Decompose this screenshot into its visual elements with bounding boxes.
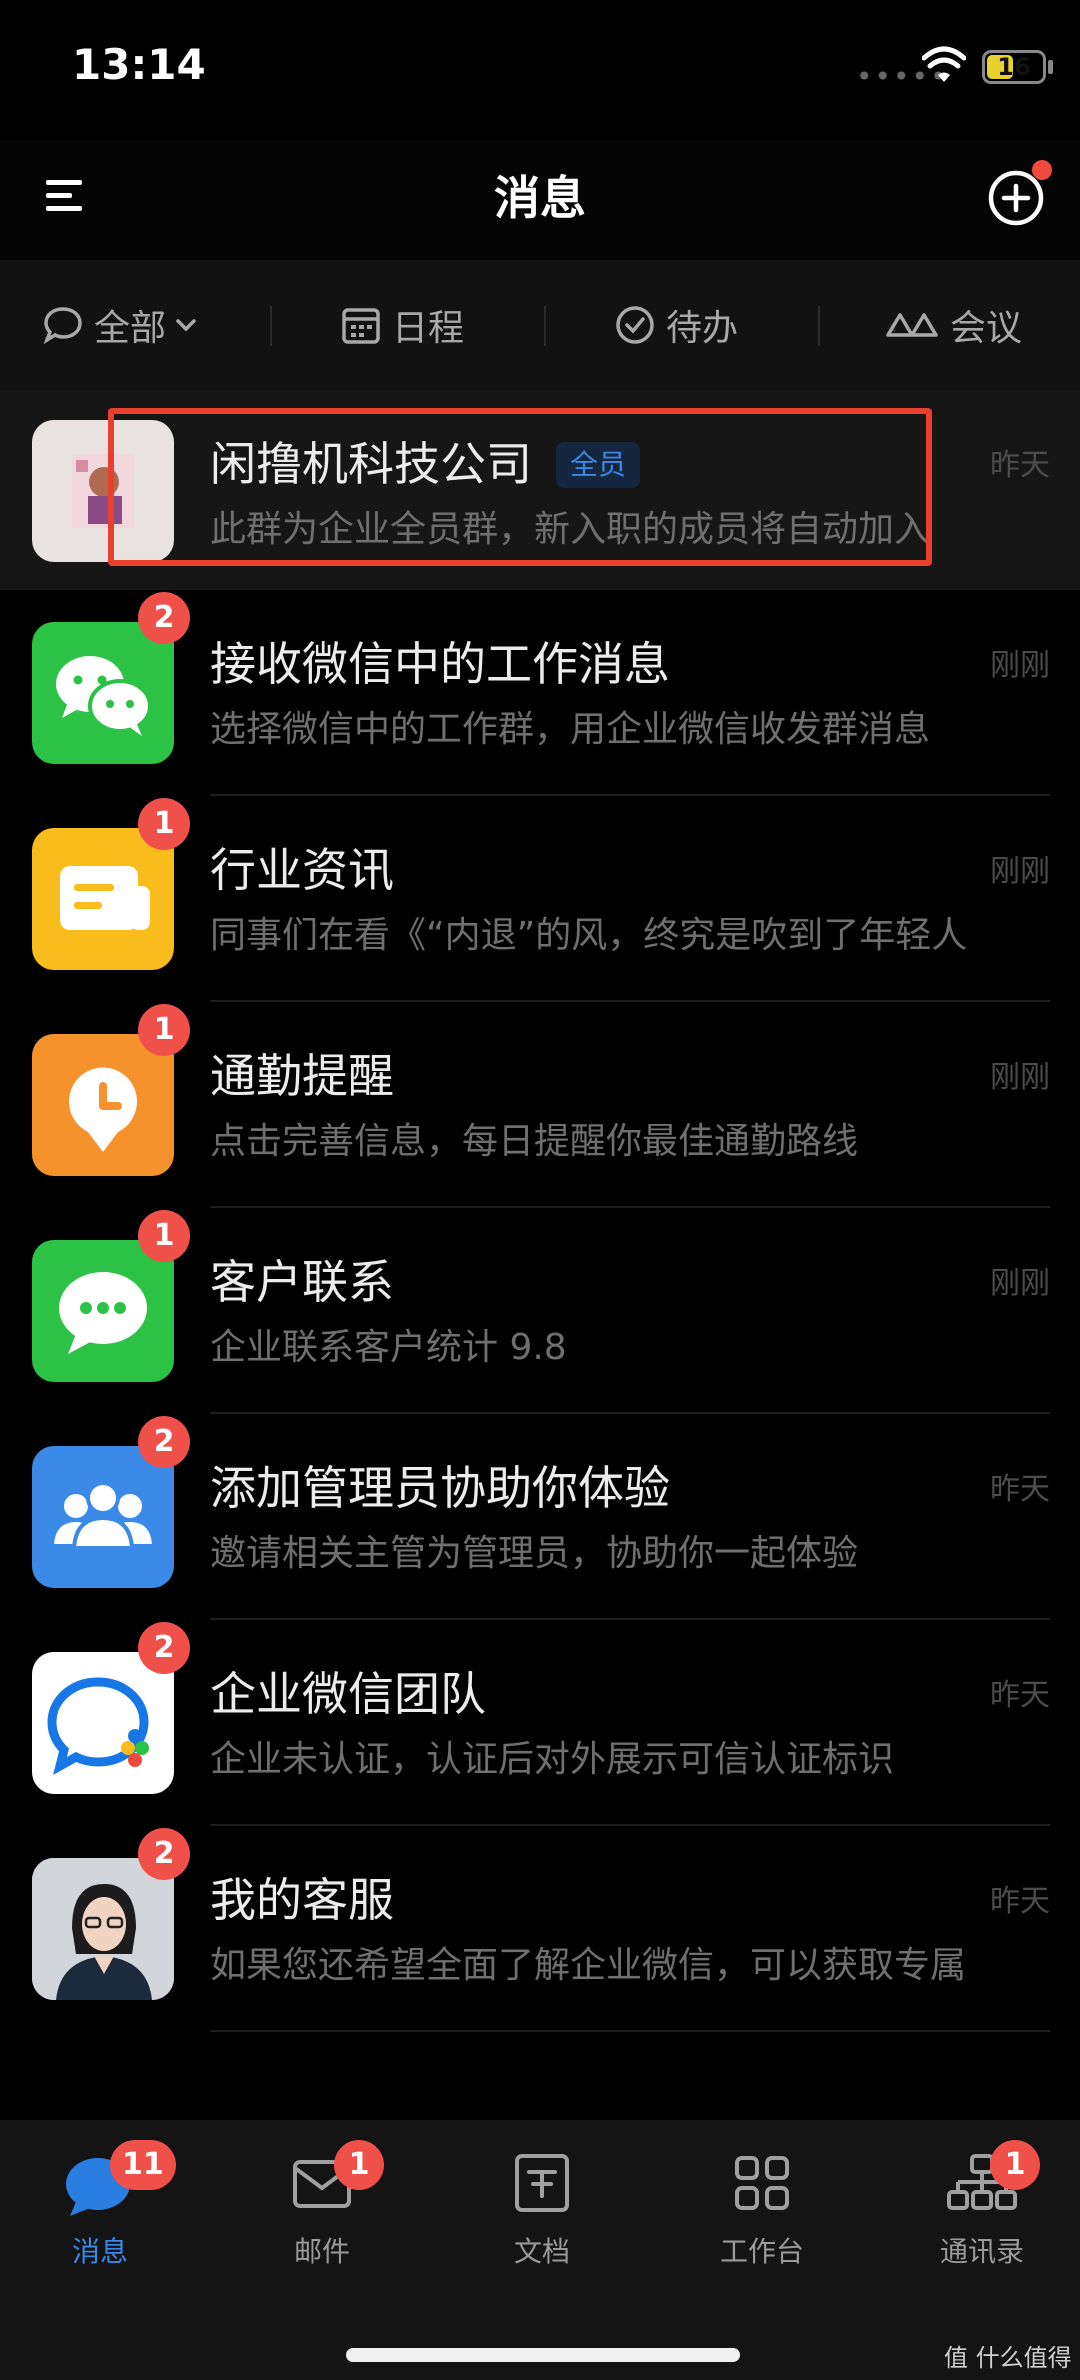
grid-icon (735, 2156, 789, 2210)
clock-pin-icon (69, 1067, 138, 1152)
tab-messages[interactable]: 消息 11 (10, 2140, 190, 2290)
tab-badge: 11 (110, 2140, 176, 2190)
service-avatar (32, 1858, 174, 2000)
chat-title: 我的客服 (210, 1873, 394, 1927)
chat-title: 客户联系 (210, 1255, 394, 1309)
chat-title: 接收微信中的工作消息 (210, 637, 670, 691)
page-title: 消息 (494, 171, 586, 225)
filter-schedule-label: 日程 (392, 308, 465, 349)
check-circle-icon (616, 306, 654, 344)
status-bar: 13:14 ••••• 16 (0, 0, 1080, 140)
wifi-icon (922, 46, 966, 82)
tab-workbench-label: 工作台 (719, 2235, 804, 2268)
chat-preview: 选择微信中的工作群，用企业微信收发群消息 (210, 709, 931, 750)
list-item-customer-service[interactable]: 2 我的客服 如果您还希望全面了解企业微信，可以获取专属 昨天 (0, 1826, 1080, 2032)
meeting-icon (886, 313, 938, 337)
chat-preview: 同事们在看《“内退”的风，终究是吹到了年轻人 (210, 915, 968, 956)
chat-bubble-icon (43, 307, 82, 345)
tab-mail[interactable]: 邮件 1 (232, 2140, 412, 2290)
highlight-annotation (108, 408, 932, 566)
tab-contacts[interactable]: 通讯录 1 (892, 2140, 1072, 2290)
filter-all-label: 全部 (94, 308, 167, 349)
chat-title: 企业微信团队 (210, 1667, 486, 1721)
tab-mail-label: 邮件 (293, 2235, 350, 2268)
filter-bar: 全部 日程 待办 会议 (0, 260, 1080, 390)
person-photo-icon (32, 1858, 174, 2000)
header: 消息 (0, 140, 1080, 260)
commute-avatar (32, 1034, 174, 1176)
notification-dot (1032, 160, 1052, 180)
filter-todo-label: 待办 (666, 308, 739, 349)
chat-time: 昨天 (990, 1472, 1050, 1507)
list-item-company-group[interactable]: 闲撸机科技公司 全员 此群为企业全员群，新入职的成员将自动加入 昨天 (0, 390, 1080, 590)
chevron-down-icon (176, 319, 196, 332)
filter-divider (270, 306, 272, 346)
document-icon (515, 2154, 569, 2212)
wechat-avatar (32, 622, 174, 764)
chat-time: 刚刚 (990, 854, 1050, 889)
tab-contacts-label: 通讯录 (939, 2235, 1024, 2268)
status-time: 13:14 (72, 40, 206, 89)
unread-badge: 2 (138, 1828, 190, 1880)
wechat-icon (56, 656, 152, 736)
filter-meeting-label: 会议 (950, 308, 1023, 349)
tab-badge: 1 (334, 2140, 384, 2190)
filter-divider (818, 306, 820, 346)
admin-avatar (32, 1446, 174, 1588)
chat-preview: 企业联系客户统计 9.8 (210, 1327, 567, 1368)
list-item-industry-news[interactable]: 1 行业资讯 同事们在看《“内退”的风，终究是吹到了年轻人 刚刚 (0, 796, 1080, 1002)
chat-preview: 邀请相关主管为管理员，协助你一起体验 (210, 1533, 859, 1574)
tab-documents-label: 文档 (513, 2235, 570, 2268)
battery-cap (1048, 60, 1053, 74)
chat-time: 刚刚 (990, 648, 1050, 683)
tab-badge: 1 (990, 2140, 1040, 2190)
unread-badge: 2 (138, 1622, 190, 1674)
chat-preview: 如果您还希望全面了解企业微信，可以获取专属 (210, 1945, 967, 1986)
filter-divider (544, 306, 546, 346)
filter-meeting[interactable]: 会议 (884, 260, 1022, 390)
wecom-avatar (32, 1652, 174, 1794)
watermark: 值 什么值得买 (944, 2344, 1072, 2380)
list-item-add-admin[interactable]: 2 添加管理员协助你体验 邀请相关主管为管理员，协助你一起体验 昨天 (0, 1414, 1080, 1620)
people-icon (54, 1481, 152, 1550)
unread-badge: 2 (138, 592, 190, 644)
chat-preview: 点击完善信息，每日提醒你最佳通勤路线 (210, 1121, 859, 1162)
row-divider (210, 2030, 1050, 2032)
unread-badge: 1 (138, 1004, 190, 1056)
list-item-customer-contact[interactable]: 1 客户联系 企业联系客户统计 9.8 刚刚 (0, 1208, 1080, 1414)
unread-badge: 1 (138, 798, 190, 850)
tab-messages-label: 消息 (71, 2235, 128, 2268)
wecom-logo-icon (47, 1677, 149, 1776)
unread-badge: 2 (138, 1416, 190, 1468)
list-item-wecom-team[interactable]: 2 企业微信团队 企业未认证，认证后对外展示可信认证标识 昨天 (0, 1620, 1080, 1826)
chat-time: 刚刚 (990, 1060, 1050, 1095)
message-list: 闲撸机科技公司 全员 此群为企业全员群，新入职的成员将自动加入 昨天 2 接收微信… (0, 390, 1080, 2032)
unread-badge: 1 (138, 1210, 190, 1262)
chat-time: 昨天 (990, 448, 1050, 483)
chat-title: 添加管理员协助你体验 (210, 1461, 670, 1515)
chat-time: 昨天 (990, 1678, 1050, 1713)
bottom-tab-bar: 消息 11 邮件 1 文档 工作台 通讯录 1 (0, 2120, 1080, 2380)
chat-preview: 企业未认证，认证后对外展示可信认证标识 (210, 1739, 895, 1780)
customer-avatar (32, 1240, 174, 1382)
chat-title: 行业资讯 (210, 843, 394, 897)
news-avatar (32, 828, 174, 970)
battery-icon: 16 (982, 50, 1046, 84)
list-item-commute-reminder[interactable]: 1 通勤提醒 点击完善信息，每日提醒你最佳通勤路线 刚刚 (0, 1002, 1080, 1208)
filter-all[interactable]: 全部 (42, 260, 198, 390)
tab-documents[interactable]: 文档 (452, 2150, 632, 2290)
news-icon (60, 866, 150, 930)
chat-time: 昨天 (990, 1884, 1050, 1919)
calendar-icon (342, 308, 380, 344)
chat-title: 通勤提醒 (210, 1049, 394, 1103)
home-indicator[interactable] (346, 2348, 740, 2362)
chat-bubble-icon (59, 1272, 147, 1354)
filter-todo[interactable]: 待办 (614, 260, 738, 390)
chat-time: 刚刚 (990, 1266, 1050, 1301)
list-item-wechat-messages[interactable]: 2 接收微信中的工作消息 选择微信中的工作群，用企业微信收发群消息 刚刚 (0, 590, 1080, 796)
battery-level: 16 (997, 53, 1031, 81)
filter-schedule[interactable]: 日程 (340, 260, 464, 390)
tab-workbench[interactable]: 工作台 (672, 2150, 852, 2290)
